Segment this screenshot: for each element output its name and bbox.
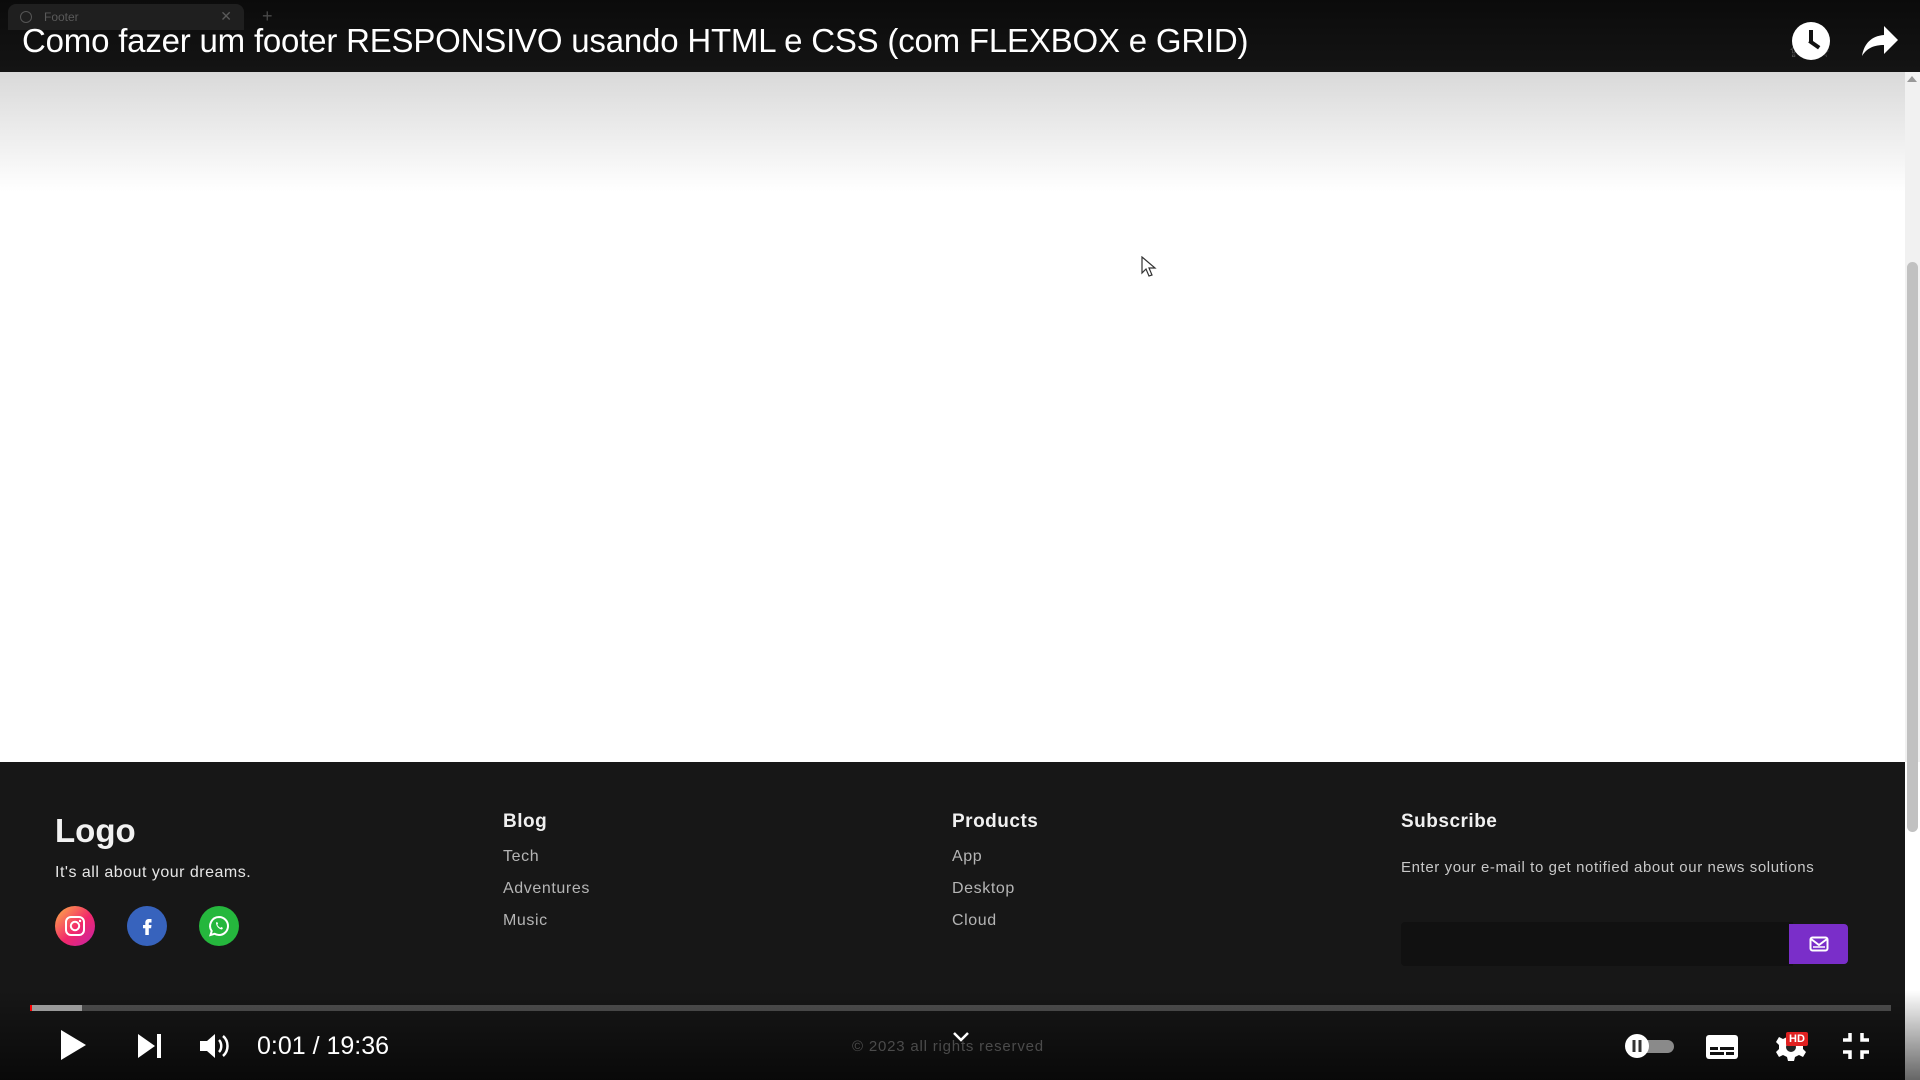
scrollbar-thumb[interactable] <box>1907 262 1918 832</box>
products-link-app[interactable]: App <box>952 848 982 866</box>
autoplay-pause-icon <box>1625 1034 1674 1058</box>
products-link-desktop[interactable]: Desktop <box>952 880 1015 898</box>
blog-link-music[interactable]: Music <box>503 912 548 930</box>
footer-copyright: © 2023 all rights reserved <box>852 1038 1044 1055</box>
page-scrollbar[interactable] <box>1905 72 1920 832</box>
hd-badge: HD <box>1786 1032 1808 1046</box>
watch-later-icon[interactable] <box>1792 22 1830 60</box>
instagram-icon[interactable] <box>55 906 95 946</box>
subscribe-title: Subscribe <box>1401 811 1498 832</box>
subtitles-button[interactable] <box>1705 1034 1739 1065</box>
volume-icon <box>200 1034 229 1058</box>
whatsapp-icon[interactable] <box>199 906 239 946</box>
play-button[interactable] <box>58 1028 88 1067</box>
skip-next-icon <box>138 1034 161 1058</box>
scroll-up-arrow-icon[interactable] <box>1907 76 1917 82</box>
captions-icon <box>1706 1035 1738 1059</box>
volume-button[interactable] <box>198 1031 232 1066</box>
progress-buffered <box>30 1005 83 1011</box>
mouse-cursor-icon <box>1141 255 1157 283</box>
facebook-icon[interactable] <box>127 906 167 946</box>
video-top-actions <box>1792 22 1900 60</box>
video-title[interactable]: Como fazer um footer RESPONSIVO usando H… <box>22 22 1249 60</box>
chevron-down-icon[interactable] <box>951 1030 971 1049</box>
blog-link-adventures[interactable]: Adventures <box>503 880 590 898</box>
subscribe-button[interactable] <box>1789 924 1848 964</box>
share-icon[interactable] <box>1860 24 1900 58</box>
exit-fullscreen-icon <box>1843 1033 1869 1059</box>
footer-logo[interactable]: Logo <box>55 812 136 850</box>
exit-fullscreen-button[interactable] <box>1841 1031 1871 1066</box>
blog-title: Blog <box>503 811 548 832</box>
next-button[interactable] <box>136 1033 164 1064</box>
subscribe-description: Enter your e-mail to get notified about … <box>1401 859 1815 876</box>
play-icon <box>61 1030 86 1060</box>
progress-played <box>30 1005 32 1011</box>
products-link-cloud[interactable]: Cloud <box>952 912 997 930</box>
blog-link-tech[interactable]: Tech <box>503 848 539 866</box>
time-display: 0:01 / 19:36 <box>257 1032 390 1060</box>
envelope-icon <box>1809 936 1828 952</box>
subscribe-email-input[interactable] <box>1401 922 1793 966</box>
autoplay-toggle[interactable] <box>1624 1033 1676 1064</box>
footer-tagline: It's all about your dreams. <box>55 864 252 881</box>
video-progress-bar[interactable] <box>30 1005 1891 1011</box>
page-top-shade <box>0 72 1905 192</box>
products-title: Products <box>952 811 1039 832</box>
